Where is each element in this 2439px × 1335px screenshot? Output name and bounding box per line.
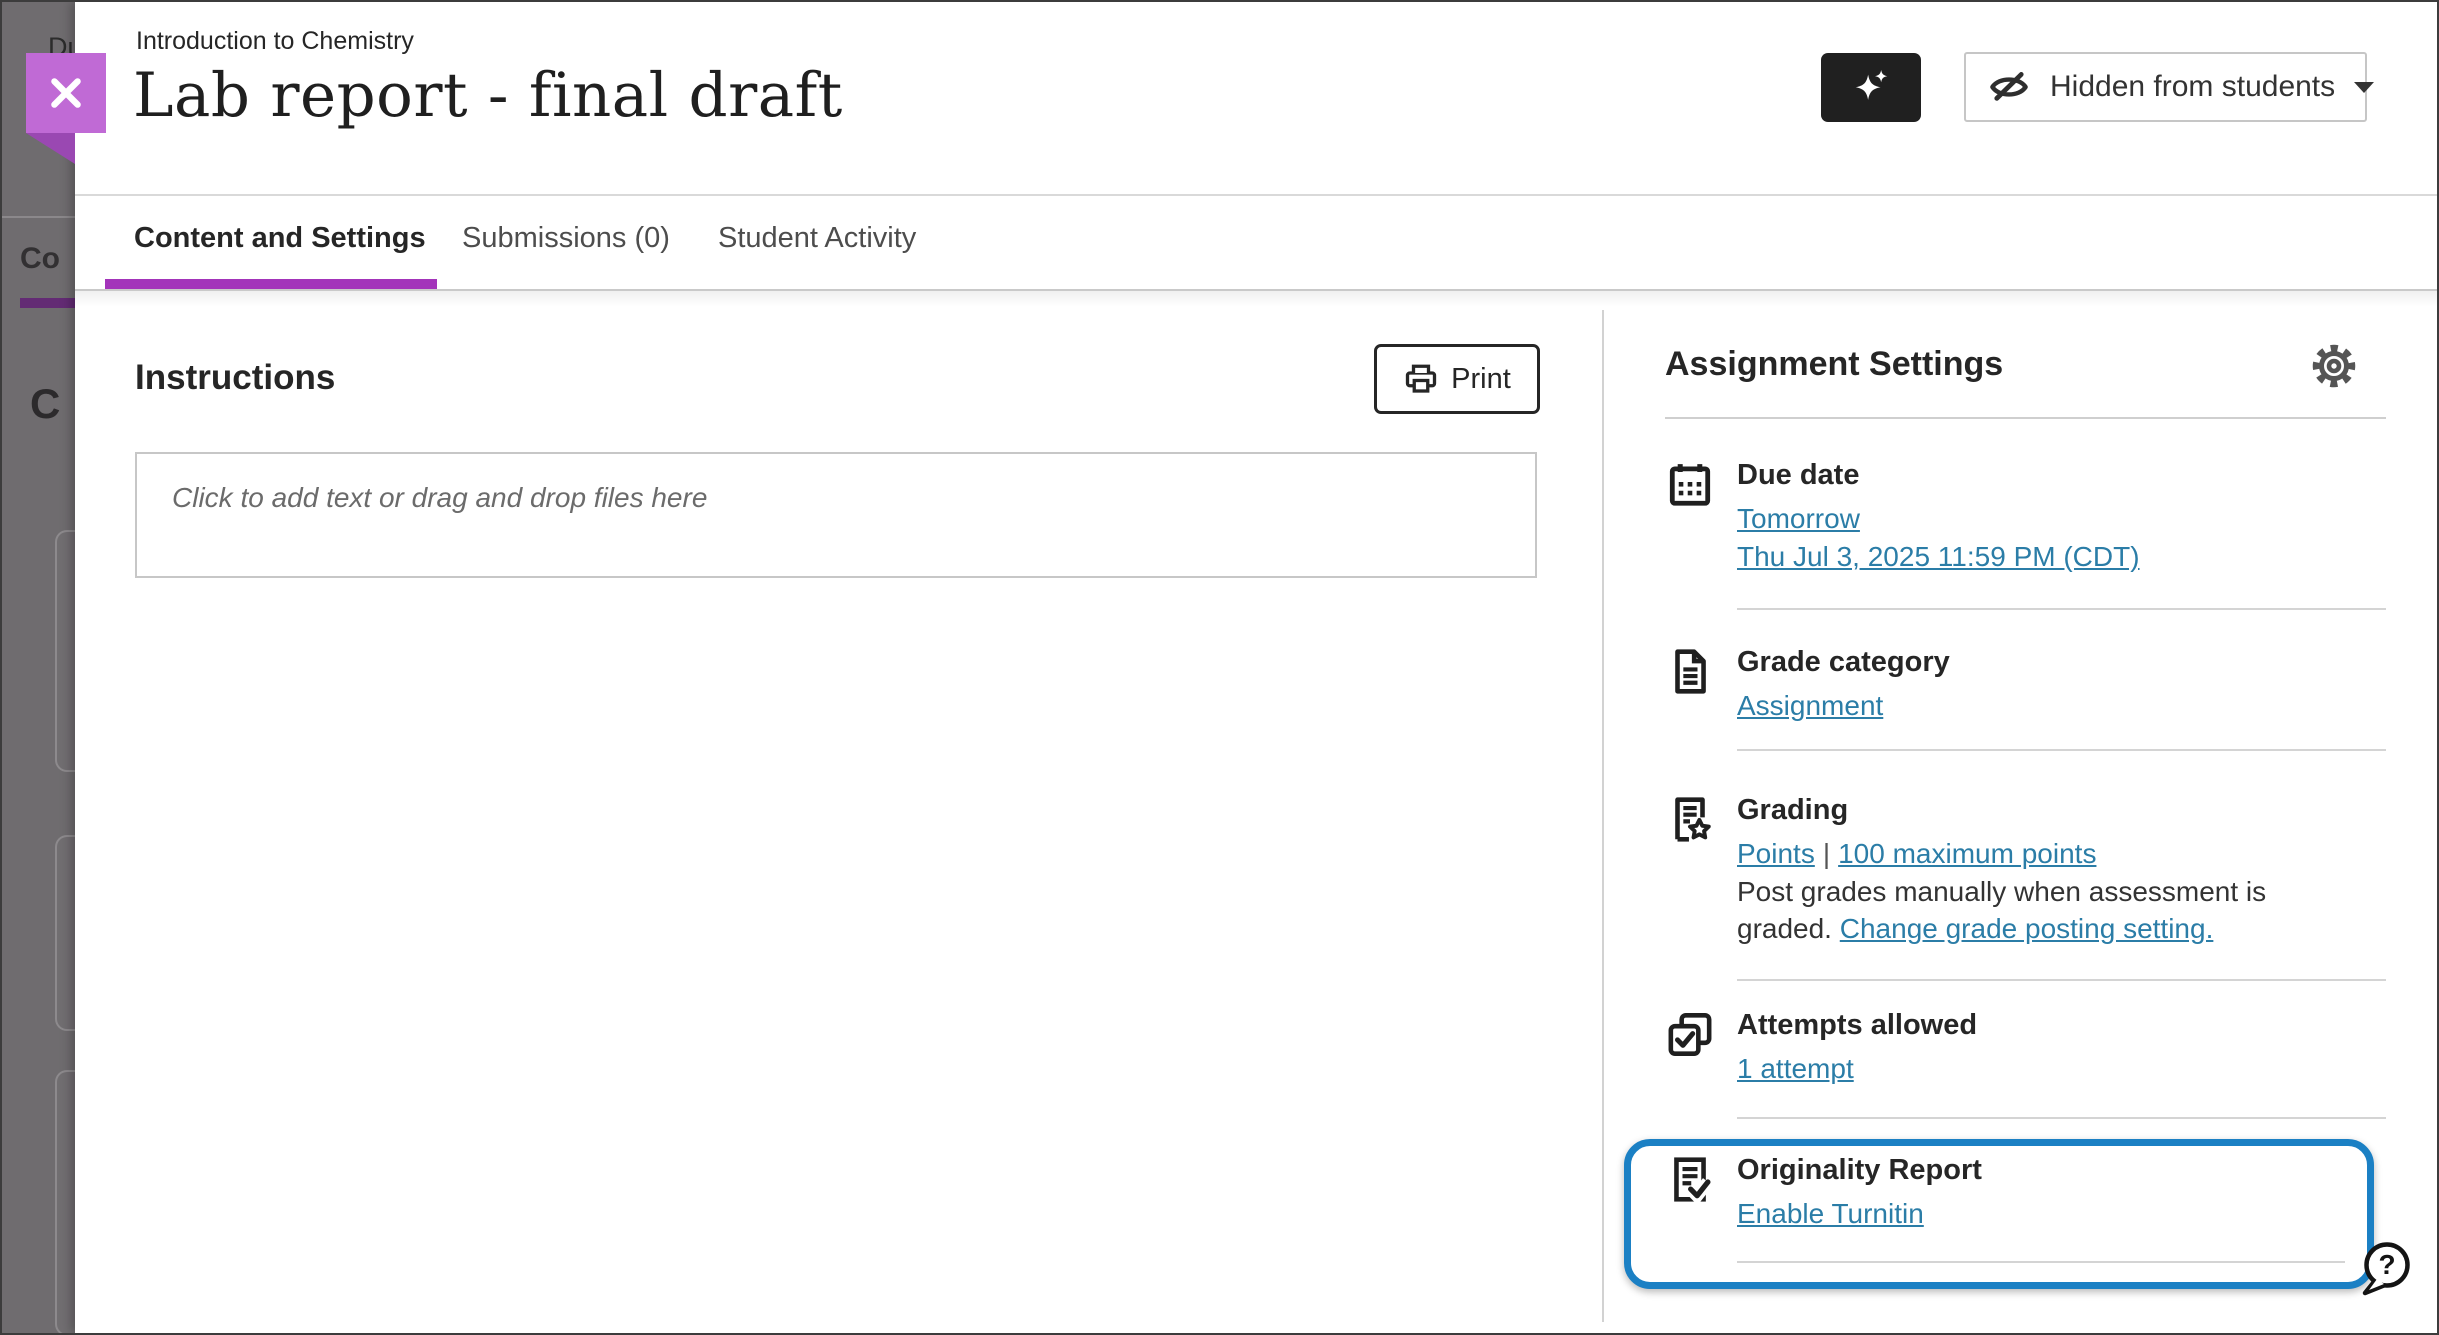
- document-icon: [1665, 644, 1715, 699]
- page-title[interactable]: Lab report - final draft: [133, 60, 843, 131]
- change-grade-posting-link[interactable]: Change grade posting setting.: [1840, 913, 2214, 944]
- due-date-relative-link[interactable]: Tomorrow: [1737, 503, 1860, 534]
- breadcrumb[interactable]: Introduction to Chemistry: [136, 27, 414, 56]
- active-tab-underline: [105, 279, 437, 289]
- settings-divider: [1737, 1261, 2345, 1263]
- gear-icon[interactable]: [2308, 340, 2360, 392]
- setting-label: Attempts allowed: [1737, 1007, 2390, 1043]
- instructions-placeholder: Click to add text or drag and drop files…: [172, 482, 707, 514]
- setting-label: Grade category: [1737, 644, 2390, 680]
- caret-down-icon: [2353, 81, 2375, 94]
- settings-divider: [1665, 417, 2386, 419]
- setting-originality-report: Originality Report Enable Turnitin: [1665, 1152, 2390, 1233]
- grade-category-link[interactable]: Assignment: [1737, 690, 1883, 721]
- settings-divider: [1737, 979, 2386, 981]
- calendar-icon: [1665, 457, 1715, 512]
- settings-heading: Assignment Settings: [1665, 345, 2003, 384]
- underlay-tab-underline: [20, 298, 75, 308]
- document-star-icon: [1665, 792, 1715, 847]
- max-points-link[interactable]: 100 maximum points: [1838, 838, 2096, 869]
- setting-label: Originality Report: [1737, 1152, 2390, 1188]
- attempts-icon: [1665, 1007, 1715, 1062]
- header-divider: [75, 194, 2437, 196]
- close-icon: [47, 74, 85, 112]
- print-button[interactable]: Print: [1374, 344, 1540, 414]
- tab-submissions[interactable]: Submissions (0): [462, 222, 670, 255]
- tab-student-activity[interactable]: Student Activity: [718, 222, 916, 255]
- underlay-tab-fragment: Co: [20, 242, 75, 276]
- attempts-link[interactable]: 1 attempt: [1737, 1053, 1854, 1084]
- grade-posting-text: Post grades manually when assessment is: [1737, 876, 2266, 907]
- print-label: Print: [1451, 363, 1511, 396]
- setting-grading: Grading Points | 100 maximum points Post g…: [1665, 792, 2390, 947]
- visibility-label: Hidden from students: [2050, 70, 2335, 104]
- tabbar-shade: [75, 291, 2437, 307]
- setting-label: Grading: [1737, 792, 2390, 828]
- setting-label: Due date: [1737, 457, 2390, 493]
- separator: |: [1823, 838, 1830, 869]
- grading-points-link[interactable]: Points: [1737, 838, 1815, 869]
- underlay-divider: [2, 216, 75, 218]
- settings-divider: [1737, 1117, 2386, 1119]
- setting-grade-category: Grade category Assignment: [1665, 644, 2390, 725]
- content-settings-divider: [1602, 310, 1604, 1322]
- enable-turnitin-link[interactable]: Enable Turnitin: [1737, 1198, 1924, 1229]
- instructions-editor[interactable]: [135, 452, 1537, 578]
- ai-assistant-button[interactable]: [1821, 53, 1921, 122]
- setting-due-date: Due date Tomorrow Thu Jul 3, 2025 11:59 …: [1665, 457, 2390, 576]
- printer-icon: [1403, 361, 1439, 397]
- setting-attempts-allowed: Attempts allowed 1 attempt: [1665, 1007, 2390, 1088]
- close-panel-button[interactable]: [26, 53, 106, 133]
- tab-content-and-settings[interactable]: Content and Settings: [134, 222, 426, 255]
- screen: Du Co C Introduction to Chemistry Lab re…: [0, 0, 2439, 1335]
- due-date-link[interactable]: Thu Jul 3, 2025 11:59 PM (CDT): [1737, 541, 2140, 572]
- help-icon[interactable]: ?: [2357, 1238, 2415, 1298]
- underlay-heading-fragment: C: [30, 380, 60, 428]
- document-check-icon: [1665, 1152, 1715, 1207]
- settings-divider: [1737, 608, 2386, 610]
- grade-posting-text: graded.: [1737, 913, 1832, 944]
- settings-divider: [1737, 749, 2386, 751]
- help-glyph: ?: [2378, 1249, 2395, 1280]
- sparkle-icon: [1848, 65, 1894, 111]
- visibility-dropdown[interactable]: Hidden from students: [1964, 52, 2367, 122]
- instructions-heading: Instructions: [135, 358, 335, 398]
- dimmed-background-page: Du Co C: [2, 2, 75, 1333]
- eye-slash-icon: [1988, 66, 2030, 108]
